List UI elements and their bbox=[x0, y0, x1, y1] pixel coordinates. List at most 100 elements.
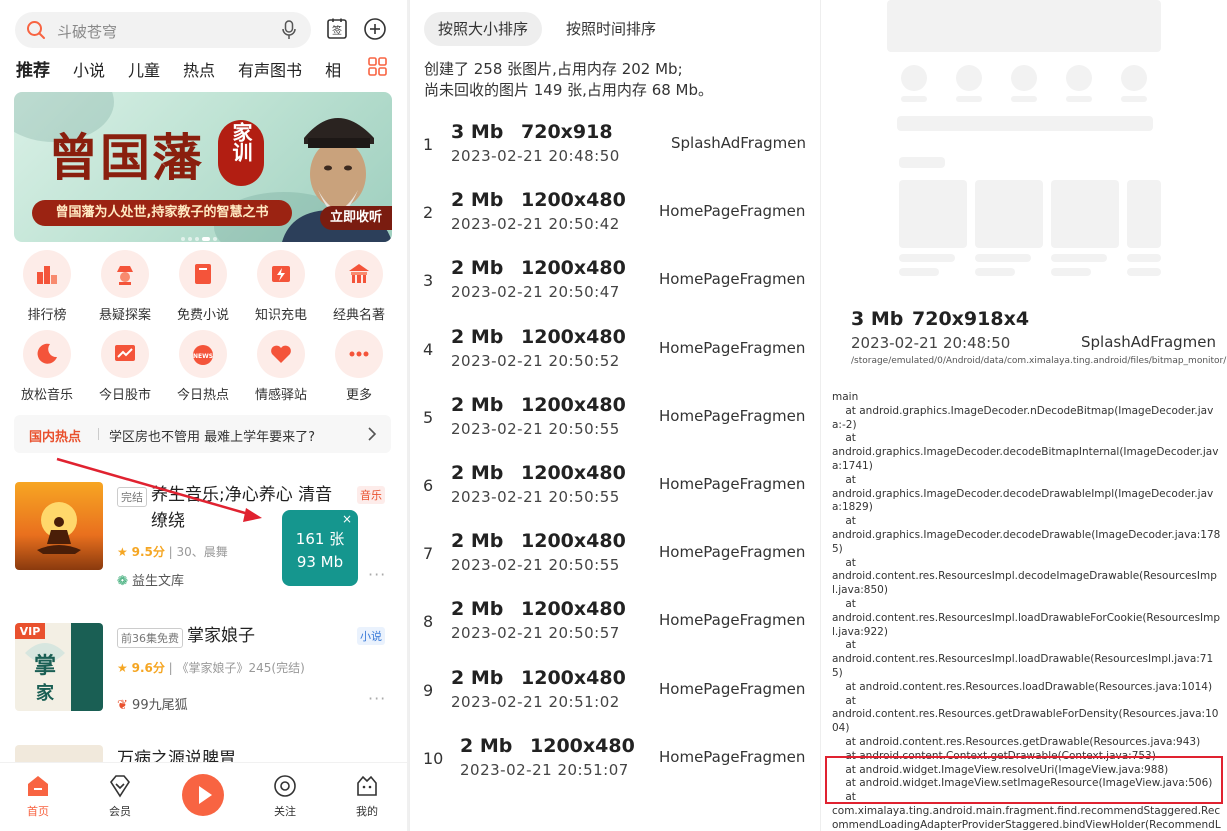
more-dots-icon bbox=[349, 351, 369, 357]
promo-banner[interactable]: 曾国藩 家训 曾国藩为人处世,持家教子的智慧之书 立即收听 bbox=[14, 92, 392, 242]
book-icon bbox=[195, 264, 211, 284]
svg-text:掌: 掌 bbox=[34, 653, 56, 679]
cat-today-hot[interactable]: NEWS 今日热点 bbox=[164, 330, 242, 403]
book-meta: ★ 9.6分 | 《掌家娘子》245(完结) bbox=[117, 661, 305, 675]
search-placeholder: 斗破苍穹 bbox=[57, 23, 118, 41]
detail-dimensions: 720x918x4 bbox=[912, 308, 1030, 330]
row-index: 9 bbox=[423, 680, 434, 700]
nav-member[interactable]: 会员 bbox=[90, 773, 150, 819]
nav-mine[interactable]: 我的 bbox=[337, 773, 397, 819]
detail-time: 2023-02-21 20:48:50 bbox=[851, 334, 1011, 352]
detective-icon bbox=[117, 266, 133, 285]
row-size: 2 Mb bbox=[460, 734, 513, 757]
table-row[interactable]: 5 2 Mb 1200x480 2023-02-21 20:50:55 HomePage… bbox=[410, 393, 819, 461]
cat-label: 更多 bbox=[345, 388, 372, 403]
tab-hot[interactable]: 热点 bbox=[183, 57, 215, 81]
cat-free-novel[interactable]: 免费小说 bbox=[164, 250, 242, 323]
sign-in-icon[interactable]: 签 bbox=[325, 17, 349, 41]
table-row[interactable]: 3 2 Mb 1200x480 2023-02-21 20:50:47 HomePage… bbox=[410, 256, 819, 324]
banner-seal-text: 家训 bbox=[229, 122, 253, 162]
hot-news-bar[interactable]: 国内热点 学区房也不管用 最难上学年要来了? bbox=[14, 415, 391, 453]
row-size: 2 Mb bbox=[451, 325, 504, 348]
more-options-icon[interactable]: ··· bbox=[368, 565, 386, 584]
table-row[interactable]: 2 2 Mb 1200x480 2023-02-21 20:50:42 HomePage… bbox=[410, 188, 819, 256]
banner-listen-button[interactable]: 立即收听 bbox=[320, 206, 392, 230]
cat-knowledge[interactable]: 知识充电 bbox=[242, 250, 320, 323]
search-icon bbox=[27, 21, 45, 39]
row-index: 1 bbox=[423, 135, 434, 154]
book-info: 30、晨舞 bbox=[176, 545, 228, 559]
row-fragment: HomePageFragmen bbox=[659, 338, 805, 357]
nav-home[interactable]: 首页 bbox=[8, 773, 68, 819]
cat-stock[interactable]: 今日股市 bbox=[86, 330, 164, 403]
publisher: ❁ 益生文库 bbox=[117, 574, 185, 589]
nav-follow[interactable]: 关注 bbox=[255, 773, 315, 819]
table-row[interactable]: 6 2 Mb 1200x480 2023-02-21 20:50:55 HomePage… bbox=[410, 461, 819, 529]
home-icon bbox=[28, 776, 48, 796]
tab-novel[interactable]: 小说 bbox=[73, 57, 105, 81]
genre-badge: 音乐 bbox=[357, 486, 385, 504]
cat-classics[interactable]: 经典名著 bbox=[320, 250, 398, 323]
battery-charge-icon bbox=[272, 266, 290, 282]
list-item[interactable]: 掌 家 VIP 前36集免费 掌家娘子 小说 ★ 9.6分 | 《掌家娘子》24… bbox=[15, 623, 395, 723]
row-dimensions: 1200x480 bbox=[521, 325, 626, 348]
microphone-icon[interactable] bbox=[281, 20, 297, 40]
row-dimensions: 1200x480 bbox=[521, 257, 626, 280]
play-button[interactable] bbox=[182, 774, 224, 816]
table-row[interactable]: 1 3 Mb 720x918 2023-02-21 20:48:50 SplashAdF… bbox=[410, 120, 819, 188]
publisher-icon: ❁ bbox=[117, 574, 128, 589]
tab-recommend[interactable]: 推荐 bbox=[16, 56, 50, 81]
more-options-icon[interactable]: ··· bbox=[368, 689, 386, 708]
row-fragment: HomePageFragmen bbox=[659, 543, 805, 562]
row-dimensions: 1200x480 bbox=[521, 393, 626, 416]
book-cover-novel: 掌 家 VIP bbox=[15, 623, 103, 711]
bitmap-detail-panel: 3 Mb 720x918x4 2023-02-21 20:48:50 Splas… bbox=[820, 0, 1227, 831]
row-time: 2023-02-21 20:50:47 bbox=[451, 283, 620, 302]
row-index: 10 bbox=[423, 748, 444, 768]
detail-fragment: SplashAdFragmen bbox=[1081, 333, 1217, 351]
row-size: 2 Mb bbox=[451, 189, 504, 212]
table-row[interactable]: 4 2 Mb 1200x480 2023-02-21 20:50:52 HomePage… bbox=[410, 325, 819, 393]
status-badge: 完结 bbox=[117, 487, 147, 507]
cat-label: 免费小说 bbox=[176, 308, 229, 323]
row-size: 2 Mb bbox=[451, 257, 504, 280]
row-fragment: HomePageFragmen bbox=[659, 747, 805, 766]
add-circle-icon[interactable] bbox=[363, 17, 387, 41]
table-row[interactable]: 10 2 Mb 1200x480 2023-02-21 20:51:07 HomePag… bbox=[410, 734, 819, 802]
sort-by-size-button[interactable]: 按照大小排序 bbox=[424, 12, 543, 46]
tab-more-partial[interactable]: 相 bbox=[325, 57, 341, 81]
cat-emotion[interactable]: 情感驿站 bbox=[242, 330, 320, 403]
row-size: 2 Mb bbox=[451, 530, 504, 553]
bitmap-monitor-float[interactable]: × 161 张 93 Mb bbox=[282, 510, 358, 586]
detail-size: 3 Mb bbox=[851, 308, 904, 330]
row-dimensions: 1200x480 bbox=[521, 462, 626, 484]
cat-relax-music[interactable]: 放松音乐 bbox=[8, 330, 86, 403]
cat-label: 今日股市 bbox=[98, 388, 151, 403]
grid-menu-icon[interactable] bbox=[368, 57, 387, 76]
cat-ranking[interactable]: 排行榜 bbox=[8, 250, 86, 323]
row-index: 4 bbox=[423, 339, 434, 359]
row-size: 2 Mb bbox=[451, 462, 504, 484]
bitmap-list-panel: 按照大小排序 按照时间排序 创建了 258 张图片,占用内存 202 Mb; 尚未… bbox=[409, 0, 819, 831]
hot-headline: 学区房也不管用 最难上学年要来了? bbox=[109, 430, 316, 445]
star-icon: ★ bbox=[117, 661, 128, 675]
row-dimensions: 1200x480 bbox=[521, 598, 626, 621]
sort-by-time-button[interactable]: 按照时间排序 bbox=[552, 12, 670, 46]
rating-score: 9.6分 bbox=[131, 661, 165, 675]
search-bar[interactable]: 斗破苍穹 bbox=[15, 12, 311, 48]
table-row[interactable]: 9 2 Mb 1200x480 2023-02-21 20:51:02 HomePage… bbox=[410, 666, 819, 734]
row-time: 2023-02-21 20:50:55 bbox=[451, 488, 620, 506]
cat-mystery[interactable]: 悬疑探案 bbox=[86, 250, 164, 323]
tab-kids[interactable]: 儿童 bbox=[128, 57, 160, 81]
row-fragment: HomePageFragmen bbox=[659, 270, 805, 289]
row-fragment: HomePageFragmen bbox=[659, 679, 805, 698]
table-row[interactable]: 7 2 Mb 1200x480 2023-02-21 20:50:55 HomePage… bbox=[410, 529, 819, 597]
sort-tabs: 按照大小排序 按照时间排序 bbox=[424, 12, 680, 46]
close-icon[interactable]: × bbox=[342, 512, 352, 526]
tab-audiobook[interactable]: 有声图书 bbox=[238, 57, 302, 81]
cat-more[interactable]: 更多 bbox=[320, 330, 398, 403]
status-badge: 前36集免费 bbox=[117, 628, 183, 648]
cat-label: 放松音乐 bbox=[20, 388, 73, 403]
genre-badge: 小说 bbox=[357, 627, 385, 645]
table-row[interactable]: 8 2 Mb 1200x480 2023-02-21 20:50:57 HomePage… bbox=[410, 597, 819, 665]
